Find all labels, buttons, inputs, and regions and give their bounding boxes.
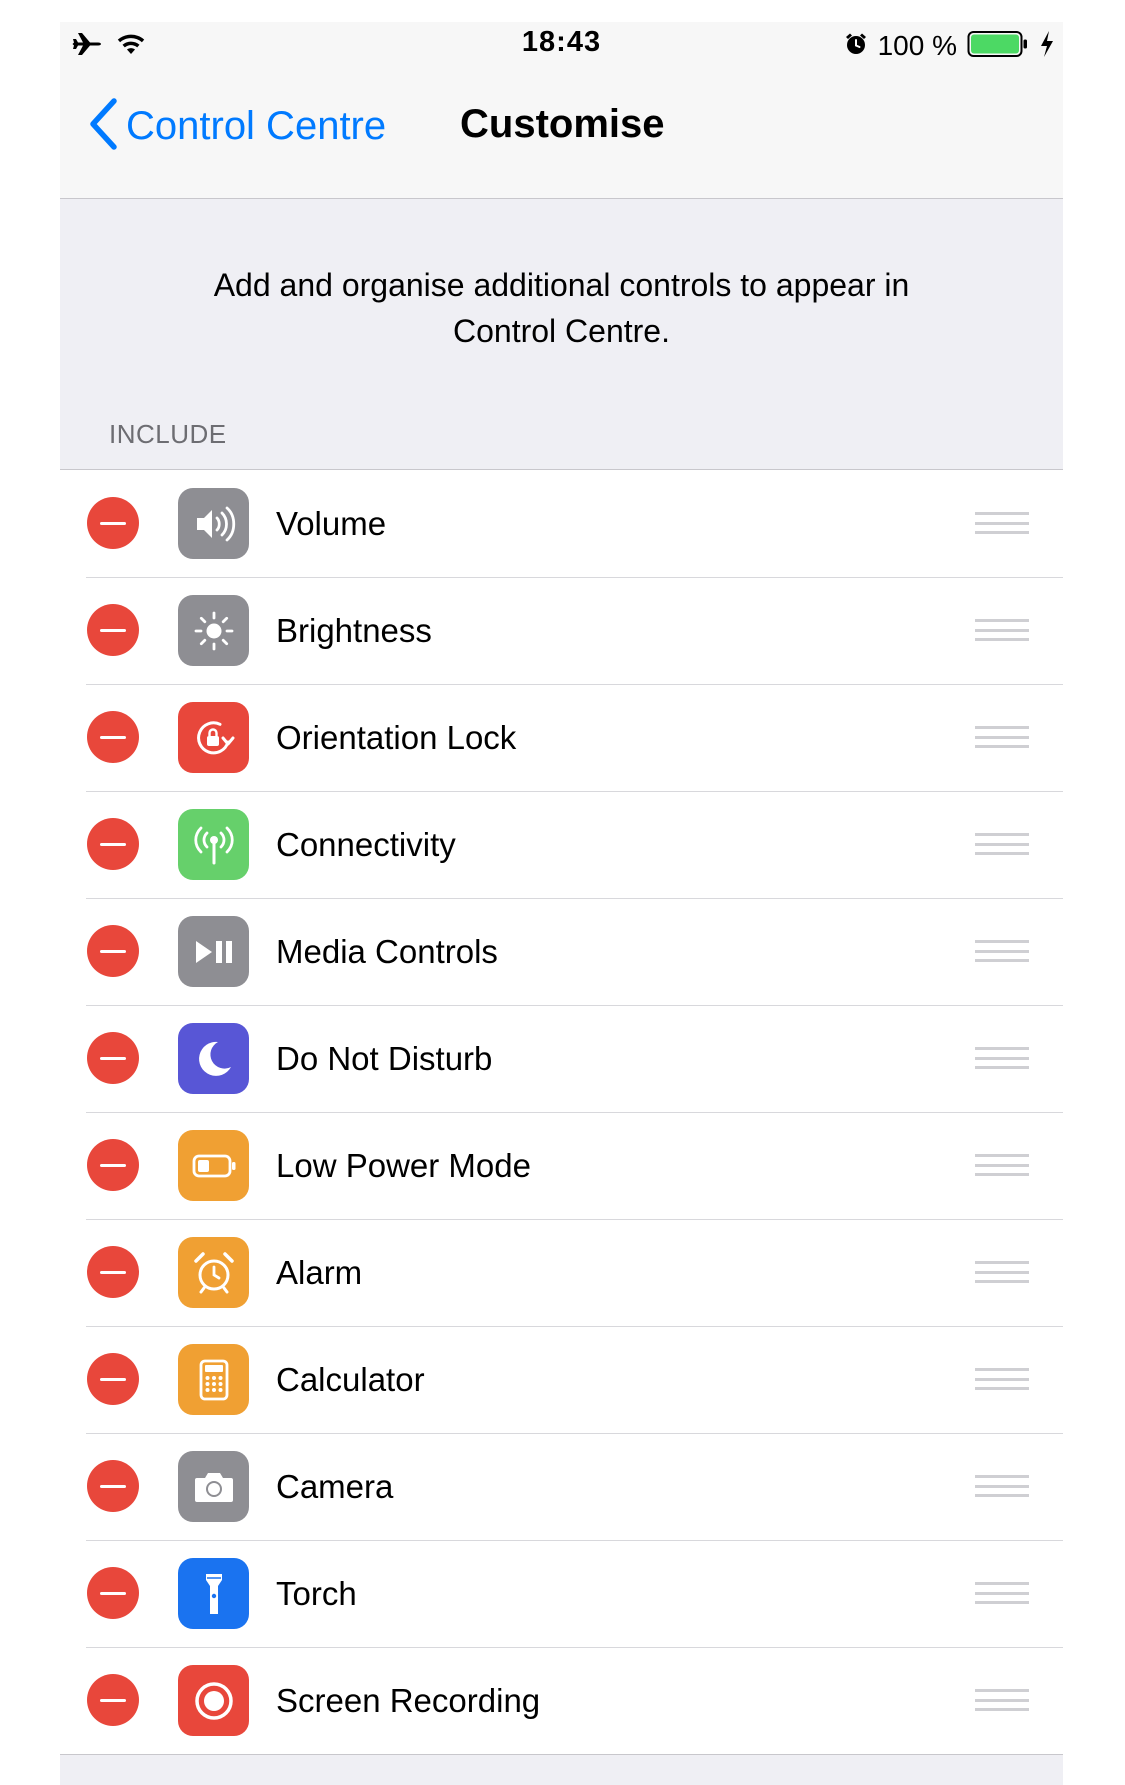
reorder-handle-icon[interactable] xyxy=(975,1689,1029,1711)
description-text: Add and organise additional controls to … xyxy=(213,267,910,349)
remove-brightness-button[interactable] xyxy=(87,604,139,656)
control-label: Screen Recording xyxy=(276,1682,541,1719)
control-label: Torch xyxy=(276,1575,357,1612)
page-title: Customise xyxy=(460,102,665,146)
control-label: Camera xyxy=(276,1468,394,1505)
control-label: Connectivity xyxy=(276,826,456,863)
control-row-alarm: Alarm xyxy=(60,1219,1063,1326)
settings-screen: 18:43 100 % Control Centre Customise Add… xyxy=(60,22,1063,1785)
charging-icon xyxy=(1039,30,1055,63)
control-row-screen-recording: Screen Recording xyxy=(60,1647,1063,1754)
remove-alarm-button[interactable] xyxy=(87,1246,139,1298)
record-icon xyxy=(178,1665,249,1736)
control-row-camera: Camera xyxy=(60,1433,1063,1540)
antenna-icon xyxy=(178,809,249,880)
remove-calculator-button[interactable] xyxy=(87,1353,139,1405)
reorder-handle-icon[interactable] xyxy=(975,619,1029,641)
included-controls-list: Volume Brightness Orientation Lock Connecti… xyxy=(60,469,1063,1755)
control-row-calculator: Calculator xyxy=(60,1326,1063,1433)
sun-icon xyxy=(178,595,249,666)
control-label: Do Not Disturb xyxy=(276,1040,493,1077)
battery-low-icon xyxy=(178,1130,249,1201)
remove-connectivity-button[interactable] xyxy=(87,818,139,870)
remove-media-controls-button[interactable] xyxy=(87,925,139,977)
control-row-low-power-mode: Low Power Mode xyxy=(60,1112,1063,1219)
chevron-left-icon xyxy=(88,98,118,155)
reorder-handle-icon[interactable] xyxy=(975,940,1029,962)
control-row-connectivity: Connectivity xyxy=(60,791,1063,898)
reorder-handle-icon[interactable] xyxy=(975,1154,1029,1176)
alarm-icon xyxy=(844,32,868,61)
control-label: Volume xyxy=(276,505,387,542)
control-row-volume: Volume xyxy=(60,470,1063,577)
remove-torch-button[interactable] xyxy=(87,1567,139,1619)
battery-percentage: 100 % xyxy=(877,30,957,61)
torch-icon xyxy=(178,1558,249,1629)
play-pause-icon xyxy=(178,916,249,987)
navigation-bar: Control Centre Customise xyxy=(60,70,1063,199)
control-label: Brightness xyxy=(276,612,432,649)
battery-icon xyxy=(967,30,1029,63)
speaker-icon xyxy=(178,488,249,559)
alarm-clock-icon xyxy=(178,1237,249,1308)
reorder-handle-icon[interactable] xyxy=(975,833,1029,855)
reorder-handle-icon[interactable] xyxy=(975,512,1029,534)
reorder-handle-icon[interactable] xyxy=(975,1047,1029,1069)
control-row-media-controls: Media Controls xyxy=(60,898,1063,1005)
back-button[interactable]: Control Centre xyxy=(88,98,386,155)
reorder-handle-icon[interactable] xyxy=(975,1368,1029,1390)
reorder-handle-icon[interactable] xyxy=(975,1261,1029,1283)
moon-icon xyxy=(178,1023,249,1094)
control-label: Orientation Lock xyxy=(276,719,517,756)
control-label: Media Controls xyxy=(276,933,498,970)
status-bar: 18:43 100 % xyxy=(60,22,1063,70)
control-row-do-not-disturb: Do Not Disturb xyxy=(60,1005,1063,1112)
remove-low-power-mode-button[interactable] xyxy=(87,1139,139,1191)
remove-screen-recording-button[interactable] xyxy=(87,1674,139,1726)
remove-orientation-lock-button[interactable] xyxy=(87,711,139,763)
control-label: Alarm xyxy=(276,1254,363,1291)
reorder-handle-icon[interactable] xyxy=(975,1582,1029,1604)
control-row-brightness: Brightness xyxy=(60,577,1063,684)
control-label: Low Power Mode xyxy=(276,1147,531,1184)
remove-volume-button[interactable] xyxy=(87,497,139,549)
control-label: Calculator xyxy=(276,1361,425,1398)
control-row-torch: Torch xyxy=(60,1540,1063,1647)
rotation-lock-icon xyxy=(178,702,249,773)
remove-camera-button[interactable] xyxy=(87,1460,139,1512)
back-button-label: Control Centre xyxy=(126,104,387,148)
control-row-orientation-lock: Orientation Lock xyxy=(60,684,1063,791)
status-right: 100 % xyxy=(844,28,1055,64)
remove-do-not-disturb-button[interactable] xyxy=(87,1032,139,1084)
section-header-include: INCLUDE xyxy=(109,419,227,449)
reorder-handle-icon[interactable] xyxy=(975,726,1029,748)
reorder-handle-icon[interactable] xyxy=(975,1475,1029,1497)
camera-icon xyxy=(178,1451,249,1522)
calculator-icon xyxy=(178,1344,249,1415)
